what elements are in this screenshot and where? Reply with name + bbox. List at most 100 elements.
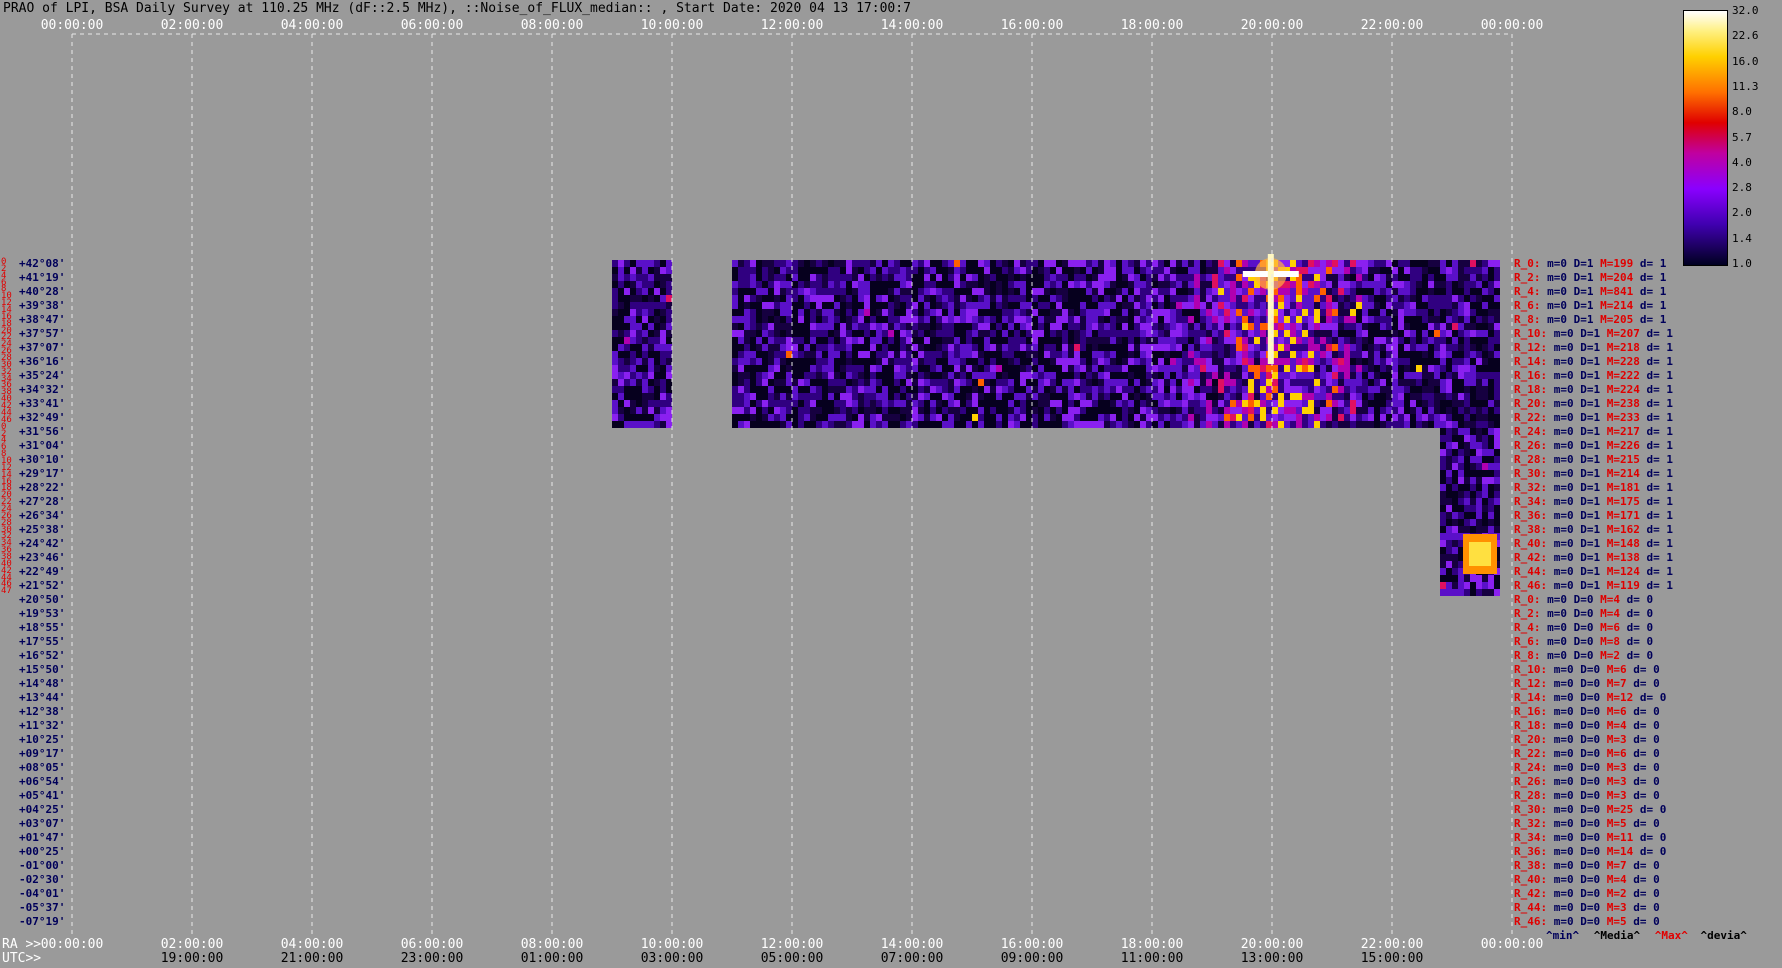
- declination-label: +03°07': [19, 817, 66, 830]
- declination-label: +41°19': [19, 271, 66, 284]
- heatmap-cell: [966, 337, 972, 344]
- heatmap-cell: [1116, 316, 1122, 323]
- row-stat-r: R_38:: [1514, 859, 1554, 872]
- heatmap-cell: [870, 267, 876, 274]
- heatmap-cell: [1332, 274, 1338, 281]
- heatmap-cell: [876, 400, 882, 407]
- declination-label: +18°55': [19, 621, 66, 634]
- heatmap-cell: [972, 372, 978, 379]
- heatmap-cell: [888, 288, 894, 295]
- heatmap-cell: [1014, 281, 1020, 288]
- heatmap-cell: [1188, 302, 1194, 309]
- heatmap-cell: [1152, 407, 1158, 414]
- heatmap-cell: [804, 295, 810, 302]
- heatmap-cell: [1068, 393, 1074, 400]
- heatmap-cell: [1044, 407, 1050, 414]
- heatmap-cell: [666, 407, 672, 414]
- heatmap-cell: [840, 414, 846, 421]
- heatmap-cell: [1374, 281, 1380, 288]
- heatmap-cell: [1374, 260, 1380, 267]
- heatmap-cell: [960, 281, 966, 288]
- heatmap-cell: [648, 393, 654, 400]
- heatmap-cell: [648, 323, 654, 330]
- heatmap-cell: [894, 288, 900, 295]
- bright-source: [1463, 534, 1497, 574]
- heatmap-cell: [1476, 575, 1482, 582]
- heatmap-cell: [1488, 526, 1494, 533]
- ra-axis-tick-label: 22:00:00: [1360, 937, 1424, 952]
- heatmap-cell: [1194, 295, 1200, 302]
- row-stat-D: D=1: [1573, 299, 1601, 312]
- heatmap-cell: [666, 316, 672, 323]
- heatmap-cell: [1074, 281, 1080, 288]
- heatmap-cell: [1440, 435, 1446, 442]
- heatmap-cell: [1086, 288, 1092, 295]
- heatmap-cell: [1446, 379, 1452, 386]
- heatmap-cell: [1494, 526, 1500, 533]
- heatmap-cell: [966, 295, 972, 302]
- row-number: 47: [1, 586, 12, 597]
- heatmap-cell: [1206, 260, 1212, 267]
- heatmap-cell: [1074, 379, 1080, 386]
- colorbar-tick-label: 11.3: [1732, 79, 1759, 93]
- heatmap-cell: [924, 323, 930, 330]
- heatmap-cell: [738, 316, 744, 323]
- heatmap-cell: [660, 379, 666, 386]
- heatmap-cell: [804, 372, 810, 379]
- heatmap-cell: [822, 323, 828, 330]
- heatmap-cell: [942, 295, 948, 302]
- heatmap-cell: [1278, 302, 1284, 309]
- row-stat-M: M=181: [1606, 481, 1647, 494]
- heatmap-cell: [1146, 274, 1152, 281]
- heatmap-cell: [936, 295, 942, 302]
- heatmap-cell: [1380, 309, 1386, 316]
- heatmap-cell: [1200, 351, 1206, 358]
- heatmap-cell: [1104, 330, 1110, 337]
- heatmap-cell: [666, 260, 672, 267]
- heatmap-cell: [1332, 393, 1338, 400]
- heatmap-cell: [894, 365, 900, 372]
- row-stat-r: R_14:: [1514, 691, 1554, 704]
- heatmap-cell: [1032, 414, 1038, 421]
- heatmap-cell: [1452, 568, 1458, 575]
- heatmap-cell: [1458, 463, 1464, 470]
- heatmap-cell: [1032, 260, 1038, 267]
- heatmap-cell: [828, 288, 834, 295]
- heatmap-cell: [642, 330, 648, 337]
- heatmap-cell: [1098, 414, 1104, 421]
- heatmap-cell: [1470, 407, 1476, 414]
- heatmap-cell: [1380, 344, 1386, 351]
- heatmap-cell: [1290, 323, 1296, 330]
- heatmap-cell: [924, 414, 930, 421]
- heatmap-cell: [1452, 295, 1458, 302]
- heatmap-cell: [1248, 393, 1254, 400]
- row-stat-M: M=5: [1606, 817, 1634, 830]
- heatmap-cell: [1434, 260, 1440, 267]
- row-stat-M: M=228: [1606, 355, 1647, 368]
- heatmap-cell: [960, 302, 966, 309]
- heatmap-cell: [1386, 344, 1392, 351]
- heatmap-cell: [1206, 351, 1212, 358]
- heatmap-cell: [642, 260, 648, 267]
- heatmap-cell: [834, 274, 840, 281]
- row-stat: R_22: m=0 D=0 M=6 d= 0: [1514, 748, 1660, 760]
- heatmap-cell: [1272, 400, 1278, 407]
- row-stat: R_4: m=0 D=1 M=841 d= 1: [1514, 286, 1666, 298]
- heatmap-cell: [918, 316, 924, 323]
- heatmap-cell: [1182, 281, 1188, 288]
- heatmap-cell: [1410, 337, 1416, 344]
- heatmap-cell: [1470, 274, 1476, 281]
- heatmap-cell: [1356, 337, 1362, 344]
- row-stat-d: d= 0: [1639, 691, 1667, 704]
- heatmap-cell: [1224, 379, 1230, 386]
- row-stat-D: D=0: [1580, 761, 1607, 774]
- heatmap-cell: [618, 267, 624, 274]
- heatmap-cell: [1248, 281, 1254, 288]
- heatmap-cell: [1386, 288, 1392, 295]
- declination-label: +04°25': [19, 803, 66, 816]
- heatmap-cell: [1188, 323, 1194, 330]
- heatmap-cell: [1086, 386, 1092, 393]
- heatmap-cell: [1224, 260, 1230, 267]
- heatmap-cell: [858, 274, 864, 281]
- row-stat-m: m=0: [1553, 803, 1581, 816]
